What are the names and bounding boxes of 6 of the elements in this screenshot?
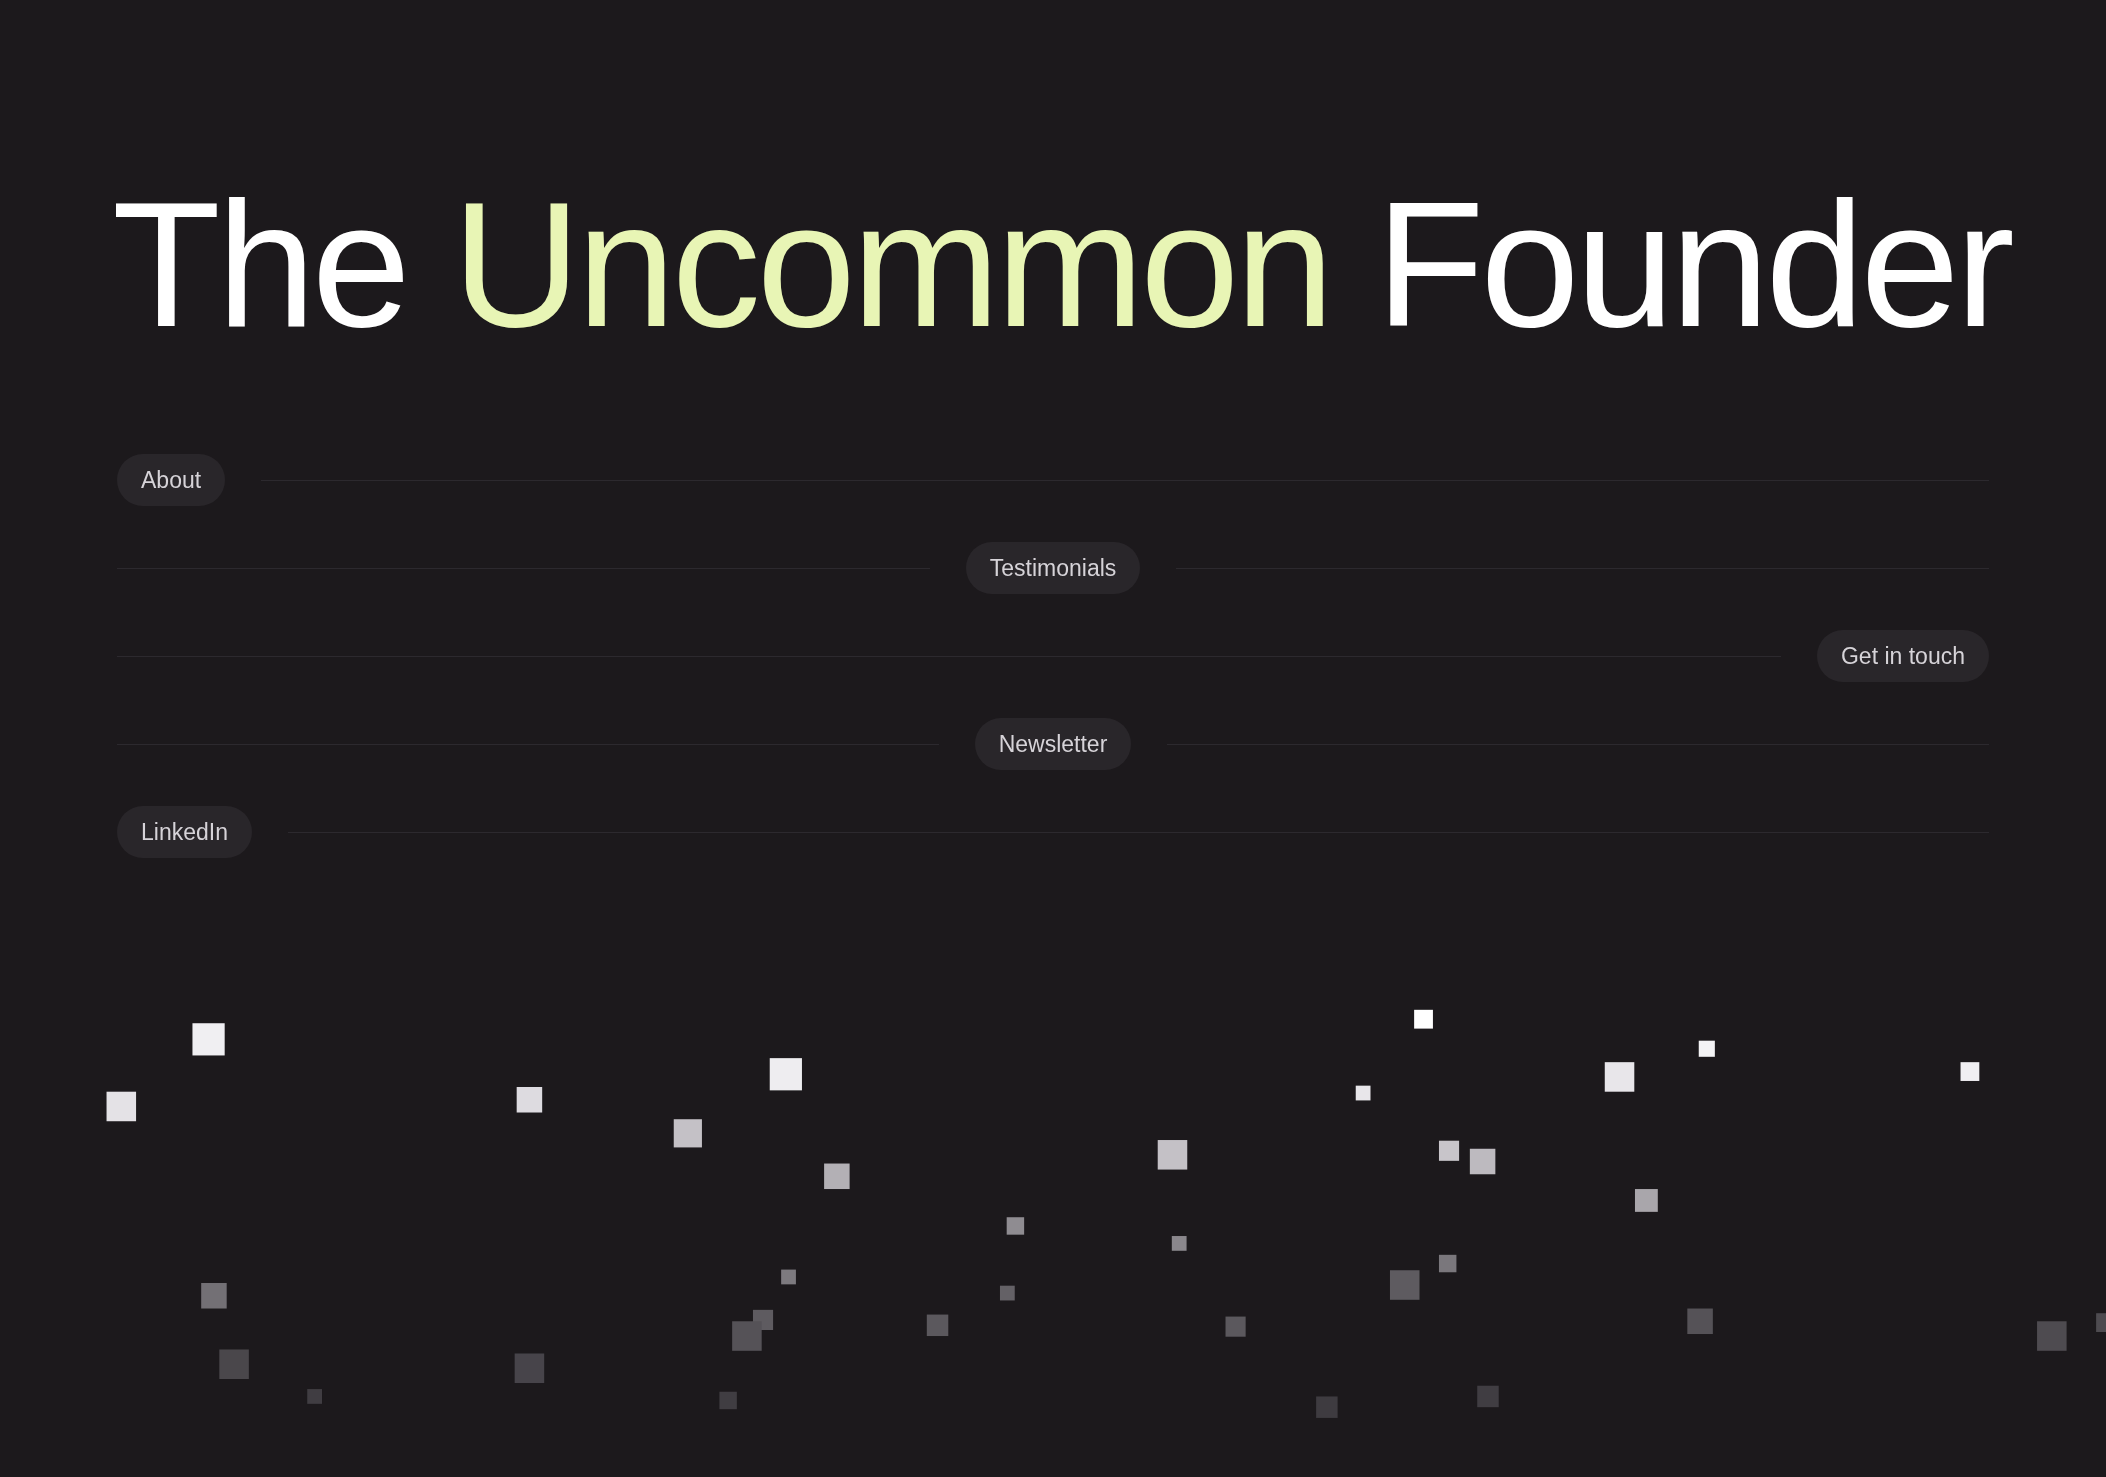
nav-link[interactable]: About bbox=[117, 454, 226, 506]
nav-link[interactable]: Get in touch bbox=[1816, 630, 1989, 682]
nav-link[interactable]: Newsletter bbox=[974, 718, 1132, 770]
nav-link[interactable]: LinkedIn bbox=[117, 806, 252, 858]
nav-link[interactable]: Testimonials bbox=[965, 542, 1141, 594]
page-title: The Uncommon Founder bbox=[111, 164, 2013, 354]
